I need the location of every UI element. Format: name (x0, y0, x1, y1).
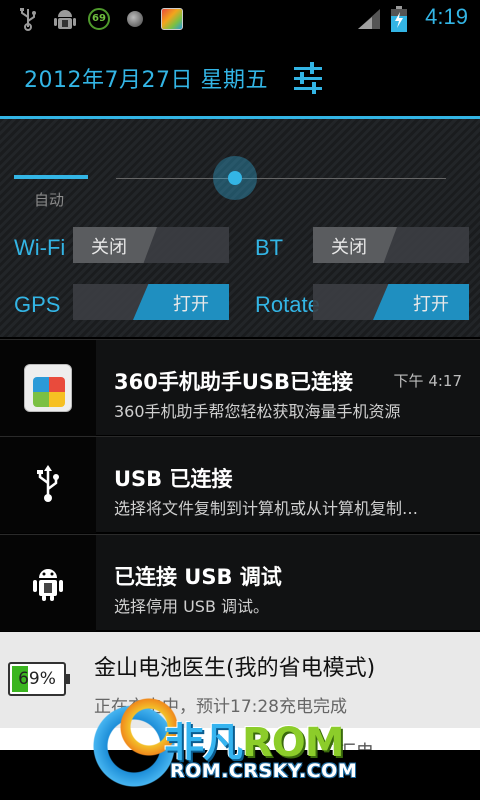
notification-title: 360手机助手USB已连接 (114, 370, 354, 394)
gps-toggle-state: 打开 (173, 294, 209, 315)
notification-360-usb[interactable]: 360手机助手USB已连接 360手机助手帮您轻松获取海量手机资源 下午 4:1… (0, 339, 480, 436)
bt-toggle-state: 关闭 (331, 237, 367, 258)
rotate-toggle-label: Rotate (255, 292, 320, 317)
notification-subtitle: 选择将文件复制到计算机或从计算机复制… (114, 499, 419, 518)
notification-usb-debugging[interactable]: 已连接 USB 调试 选择停用 USB 调试。 (0, 534, 480, 631)
android-debug-icon (52, 7, 78, 31)
auto-brightness-label: 自动 (34, 191, 65, 209)
sliders-icon[interactable] (288, 58, 328, 98)
notification-title: 金山电池医生(我的省电模式) (94, 656, 376, 681)
battery-charging-icon (390, 6, 408, 32)
notification-usb-connected[interactable]: USB 已连接 选择将文件复制到计算机或从计算机复制… (0, 436, 480, 533)
notification-title: 已连接 USB 调试 (114, 565, 282, 589)
notification-icon-area (0, 437, 96, 533)
brightness-slider-knob[interactable] (212, 156, 257, 200)
notification-subtitle: 选择停用 USB 调试。 (114, 597, 270, 616)
wifi-toggle-state: 关闭 (91, 237, 127, 258)
auto-brightness-indicator[interactable] (14, 175, 88, 179)
battery-percent-label: 69% (18, 669, 56, 689)
watermark-logo: 非凡ROM ROM.CRSKY.COM (84, 688, 414, 798)
wifi-toggle[interactable]: 关闭 (73, 227, 229, 263)
battery-doctor-icon: 69% (8, 662, 70, 696)
app-store-icon (160, 7, 184, 31)
wifi-toggle-label: Wi-Fi (14, 235, 66, 260)
usb-icon (37, 465, 59, 502)
rotate-toggle[interactable]: 打开 (313, 284, 469, 320)
usb-icon (16, 7, 40, 31)
notification-header: 2012年7月27日 星期五 (0, 38, 480, 119)
bt-toggle-label: BT (255, 235, 284, 260)
notification-icon-area (0, 340, 96, 436)
quick-settings-panel: 自动 Wi-Fi 关闭 BT 关闭 GPS 打开 Rotate 打开 (0, 119, 480, 337)
rotate-toggle-state: 打开 (413, 294, 449, 315)
watermark-url: ROM.CRSKY.COM (170, 760, 358, 782)
notification-title: USB 已连接 (114, 467, 233, 491)
date-label: 2012年7月27日 星期五 (24, 68, 268, 93)
battery-percent-icon: 69 (87, 7, 111, 31)
status-bar: 69 4:19 (0, 0, 480, 38)
android-debug-icon (33, 569, 63, 601)
notification-subtitle: 360手机助手帮您轻松获取海量手机资源 (114, 402, 401, 421)
notification-icon-area (0, 535, 96, 631)
media-icon (124, 7, 146, 31)
brightness-slider-track[interactable] (116, 178, 446, 179)
gps-toggle[interactable]: 打开 (73, 284, 229, 320)
360-assistant-icon (24, 364, 72, 412)
notification-time: 下午 4:17 (393, 372, 462, 390)
clock: 4:19 (425, 4, 468, 29)
gps-toggle-label: GPS (14, 292, 61, 317)
bt-toggle[interactable]: 关闭 (313, 227, 469, 263)
signal-icon (356, 7, 382, 31)
